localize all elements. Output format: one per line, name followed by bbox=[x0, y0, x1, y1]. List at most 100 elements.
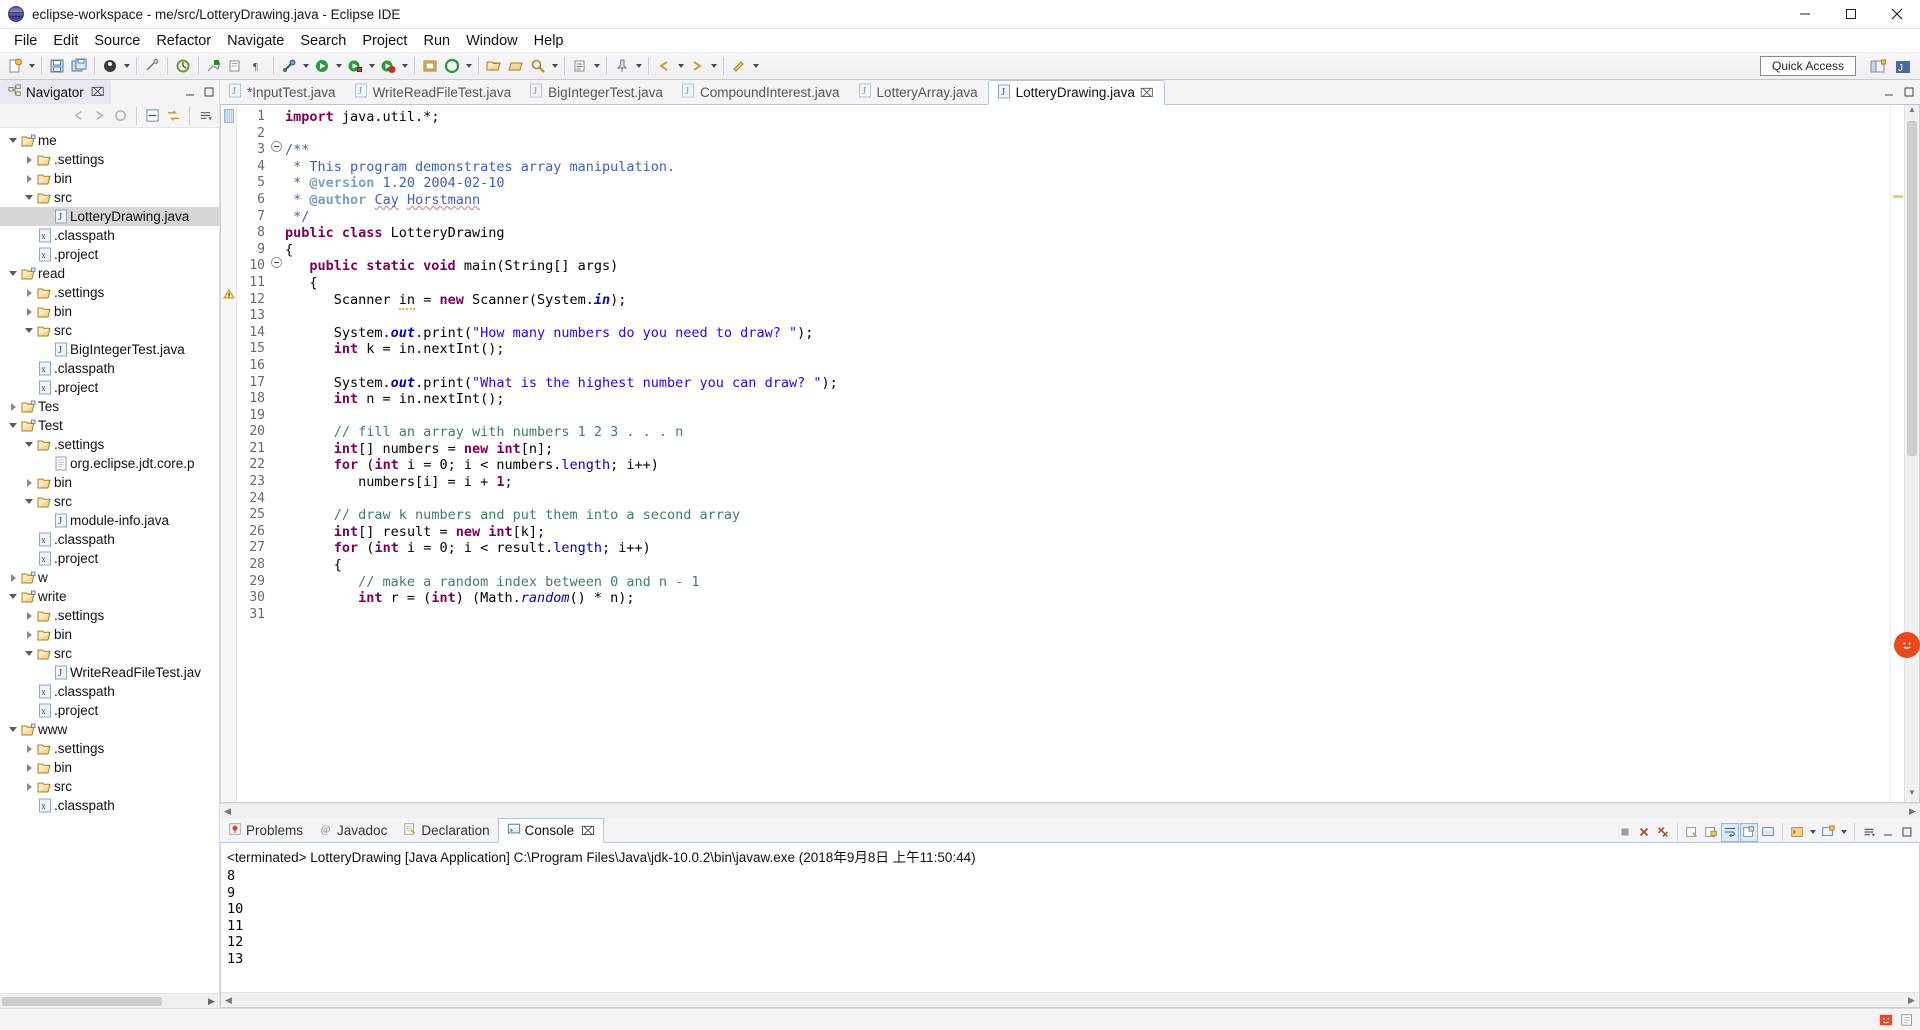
tree-item[interactable]: .settings bbox=[0, 283, 219, 302]
close-icon[interactable]: ⌧ bbox=[91, 85, 105, 99]
search-icon[interactable] bbox=[527, 55, 549, 77]
minimize-icon[interactable] bbox=[1879, 823, 1897, 842]
debug-icon[interactable] bbox=[311, 55, 333, 77]
chevron-right-icon[interactable] bbox=[22, 150, 36, 169]
tree-item[interactable]: .settings bbox=[0, 606, 219, 625]
tree-item[interactable]: org.eclipse.jdt.core.p bbox=[0, 454, 219, 473]
tree-item[interactable]: w bbox=[0, 568, 219, 587]
menu-help[interactable]: Help bbox=[526, 31, 572, 51]
java-project-icon[interactable] bbox=[419, 55, 441, 77]
display-console-icon[interactable] bbox=[1759, 823, 1777, 842]
maximize-icon[interactable] bbox=[203, 85, 215, 103]
editor-tab[interactable]: J *InputTest.java bbox=[220, 80, 346, 104]
editor-tab[interactable]: J WriteReadFileTest.java bbox=[346, 80, 522, 104]
back-arrow-icon[interactable] bbox=[69, 106, 88, 125]
menu-window[interactable]: Window bbox=[458, 31, 526, 51]
tree-item[interactable]: src bbox=[0, 644, 219, 663]
terminate-icon[interactable] bbox=[1616, 823, 1634, 842]
editor-vscroll-thumb[interactable] bbox=[1907, 121, 1917, 456]
run-dropdown-icon[interactable] bbox=[366, 55, 377, 77]
tree-item[interactable]: me bbox=[0, 131, 219, 150]
search-dropdown-icon[interactable] bbox=[549, 55, 560, 77]
close-icon[interactable]: ⌧ bbox=[581, 824, 595, 838]
chevron-right-icon[interactable] bbox=[22, 473, 36, 492]
new-console-dropdown-icon[interactable] bbox=[1838, 821, 1849, 843]
minimize-icon[interactable] bbox=[184, 85, 196, 103]
remove-launch-icon[interactable] bbox=[1635, 823, 1653, 842]
open-type-icon[interactable]: ¶ bbox=[247, 55, 269, 77]
editor-folding-bar[interactable] bbox=[271, 105, 285, 802]
editor-vscroll-up-arrow[interactable]: ▲ bbox=[1905, 105, 1919, 119]
tree-item[interactable]: www bbox=[0, 720, 219, 739]
tree-item[interactable]: src bbox=[0, 492, 219, 511]
chevron-down-icon[interactable] bbox=[22, 321, 36, 340]
chevron-down-icon[interactable] bbox=[22, 435, 36, 454]
console-hscroll-left-arrow[interactable]: ◀ bbox=[221, 995, 236, 1006]
warning-marker-icon[interactable] bbox=[223, 288, 235, 300]
editor-tab[interactable]: J LotteryDrawing.java ⌧ bbox=[987, 80, 1165, 105]
open-console-icon[interactable] bbox=[1788, 823, 1806, 842]
menu-search[interactable]: Search bbox=[292, 31, 354, 51]
editor-code[interactable]: import java.util.*; /** * This program d… bbox=[285, 105, 1890, 802]
tree-item[interactable]: x .project bbox=[0, 701, 219, 720]
new-file-icon[interactable] bbox=[4, 55, 26, 77]
chevron-right-icon[interactable] bbox=[6, 568, 20, 587]
pin-icon[interactable] bbox=[611, 55, 633, 77]
tree-item[interactable]: J BigIntegerTest.java bbox=[0, 340, 219, 359]
editor-marker-bar[interactable] bbox=[221, 105, 237, 802]
tree-item[interactable]: J WriteReadFileTest.jav bbox=[0, 663, 219, 682]
tree-item[interactable]: read bbox=[0, 264, 219, 283]
menu-run[interactable]: Run bbox=[415, 31, 458, 51]
tree-item[interactable]: src bbox=[0, 777, 219, 796]
home-icon[interactable] bbox=[111, 106, 130, 125]
chevron-down-icon[interactable] bbox=[6, 264, 20, 283]
clear-console-icon[interactable] bbox=[1683, 823, 1701, 842]
tree-item[interactable]: bin bbox=[0, 758, 219, 777]
next-annotation-dropdown-icon[interactable] bbox=[591, 55, 602, 77]
chevron-right-icon[interactable] bbox=[22, 169, 36, 188]
tree-item[interactable]: .settings bbox=[0, 150, 219, 169]
breadcrumb-icon[interactable] bbox=[141, 55, 163, 77]
tree-item[interactable]: bin bbox=[0, 473, 219, 492]
close-icon[interactable]: ⌧ bbox=[1140, 86, 1154, 100]
writable-indicator-icon[interactable] bbox=[1899, 1012, 1914, 1027]
menu-project[interactable]: Project bbox=[354, 31, 415, 51]
console-panel-tab[interactable]: Declaration bbox=[395, 818, 497, 842]
tree-item[interactable]: Test bbox=[0, 416, 219, 435]
navigator-hscroll-right-arrow[interactable]: ▶ bbox=[204, 996, 219, 1007]
tree-item[interactable]: .settings bbox=[0, 435, 219, 454]
navigator-hscrollbar[interactable]: ▶ bbox=[0, 993, 219, 1008]
view-menu-icon[interactable] bbox=[1860, 823, 1878, 842]
remove-all-terminated-icon[interactable] bbox=[1654, 823, 1672, 842]
menu-navigate[interactable]: Navigate bbox=[219, 31, 292, 51]
back-arrow-icon[interactable] bbox=[653, 55, 675, 77]
console-hscroll-right-arrow[interactable]: ▶ bbox=[1904, 995, 1919, 1006]
debug-dropdown-icon[interactable] bbox=[333, 55, 344, 77]
chevron-down-icon[interactable] bbox=[22, 492, 36, 511]
tree-item[interactable]: x .project bbox=[0, 378, 219, 397]
external-tools-dropdown-icon[interactable] bbox=[300, 55, 311, 77]
view-menu-icon[interactable] bbox=[196, 106, 215, 125]
tree-item[interactable]: x .classpath bbox=[0, 796, 219, 815]
scroll-lock-icon[interactable] bbox=[1702, 823, 1720, 842]
console-panel-tab[interactable]: Console ⌧ bbox=[497, 818, 604, 843]
next-annotation-icon[interactable] bbox=[569, 55, 591, 77]
editor-hscrollbar[interactable]: ◀ ▶ bbox=[220, 803, 1920, 818]
maximize-icon[interactable] bbox=[1903, 85, 1915, 103]
chevron-down-icon[interactable] bbox=[6, 587, 20, 606]
back-dropdown-icon[interactable] bbox=[675, 55, 686, 77]
run-icon[interactable] bbox=[344, 55, 366, 77]
editor-vscroll-down-arrow[interactable]: ▼ bbox=[1905, 788, 1919, 802]
tree-item[interactable]: write bbox=[0, 587, 219, 606]
chevron-down-icon[interactable] bbox=[22, 644, 36, 663]
editor-tab[interactable]: J CompoundInterest.java bbox=[673, 80, 850, 104]
tree-item[interactable]: J LotteryDrawing.java bbox=[0, 207, 219, 226]
notification-badge[interactable] bbox=[1894, 632, 1920, 658]
pin-dropdown-icon[interactable] bbox=[633, 55, 644, 77]
external-tools-icon[interactable] bbox=[278, 55, 300, 77]
console-hscrollbar[interactable]: ◀ ▶ bbox=[221, 992, 1919, 1007]
maximize-icon[interactable] bbox=[1898, 823, 1916, 842]
chevron-right-icon[interactable] bbox=[22, 625, 36, 644]
last-edit-dropdown-icon[interactable] bbox=[750, 55, 761, 77]
tree-item[interactable]: x .classpath bbox=[0, 682, 219, 701]
